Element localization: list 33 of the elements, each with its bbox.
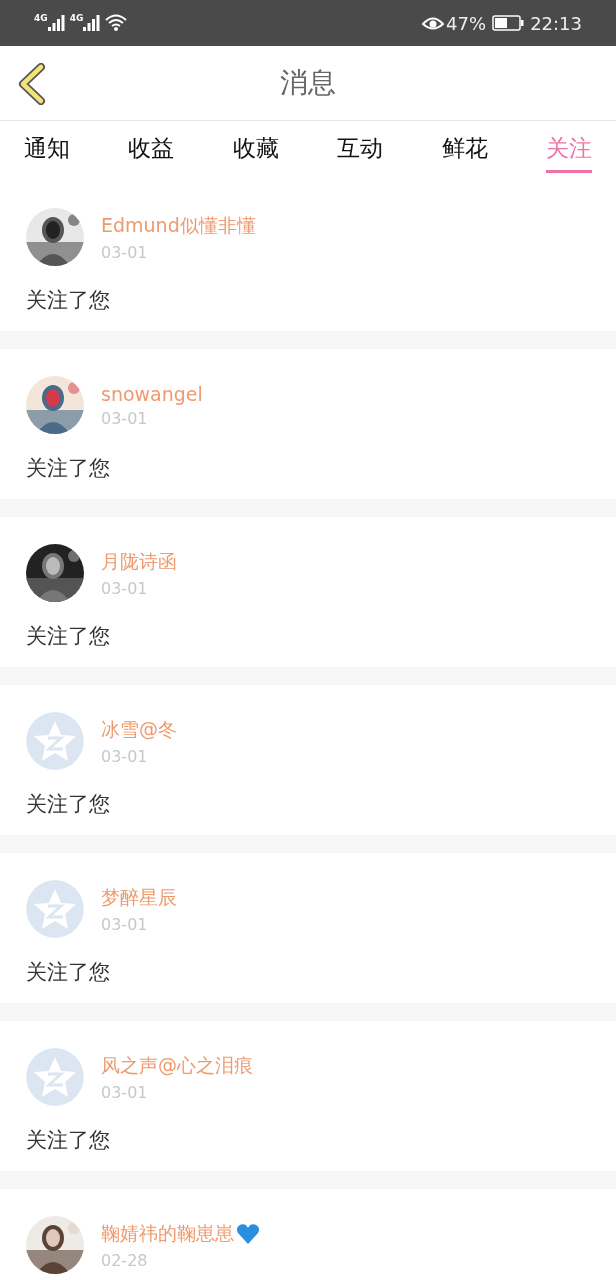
user-name: 月陇诗函 bbox=[101, 548, 177, 574]
user-name: 风之声@心之泪痕 bbox=[101, 1052, 253, 1078]
heart-icon bbox=[236, 1222, 260, 1245]
network-label: 4G bbox=[69, 13, 84, 23]
tab[interactable]: 鲜花 bbox=[441, 121, 488, 173]
message-text: 关注了您 bbox=[26, 287, 111, 314]
eye-icon bbox=[422, 15, 445, 31]
default-avatar-icon bbox=[26, 1048, 84, 1106]
message-text: 关注了您 bbox=[26, 959, 111, 986]
back-icon[interactable] bbox=[17, 63, 47, 105]
message-text: 关注了您 bbox=[26, 455, 111, 482]
default-avatar-icon bbox=[26, 880, 84, 938]
message-text: 关注了您 bbox=[26, 1127, 111, 1154]
message-text: 关注了您 bbox=[26, 791, 111, 818]
tab[interactable]: 互动 bbox=[337, 121, 384, 173]
signal-icon bbox=[47, 15, 66, 31]
user-name: 冰雪@冬 bbox=[101, 716, 177, 742]
battery-icon bbox=[492, 15, 525, 31]
tab[interactable]: 通知 bbox=[24, 121, 70, 173]
user-name: 鞠婧祎的鞠崽崽 bbox=[101, 1220, 234, 1246]
network-label: 4G bbox=[34, 13, 48, 23]
tab[interactable]: 收益 bbox=[128, 121, 175, 173]
signal-icon bbox=[83, 15, 102, 31]
user-name: snowangel bbox=[101, 382, 203, 405]
tab[interactable]: 收藏 bbox=[232, 121, 279, 173]
message-text: 关注了您 bbox=[26, 623, 111, 650]
clock-time: 22:13 bbox=[530, 12, 582, 34]
battery-percent: 47% bbox=[446, 12, 487, 34]
page-title: 消息 bbox=[280, 65, 336, 101]
default-avatar-icon bbox=[26, 712, 84, 770]
wifi-icon bbox=[105, 14, 128, 32]
user-name: Edmund似懂非懂 bbox=[101, 212, 256, 238]
user-name: 梦醉星辰 bbox=[101, 884, 177, 910]
